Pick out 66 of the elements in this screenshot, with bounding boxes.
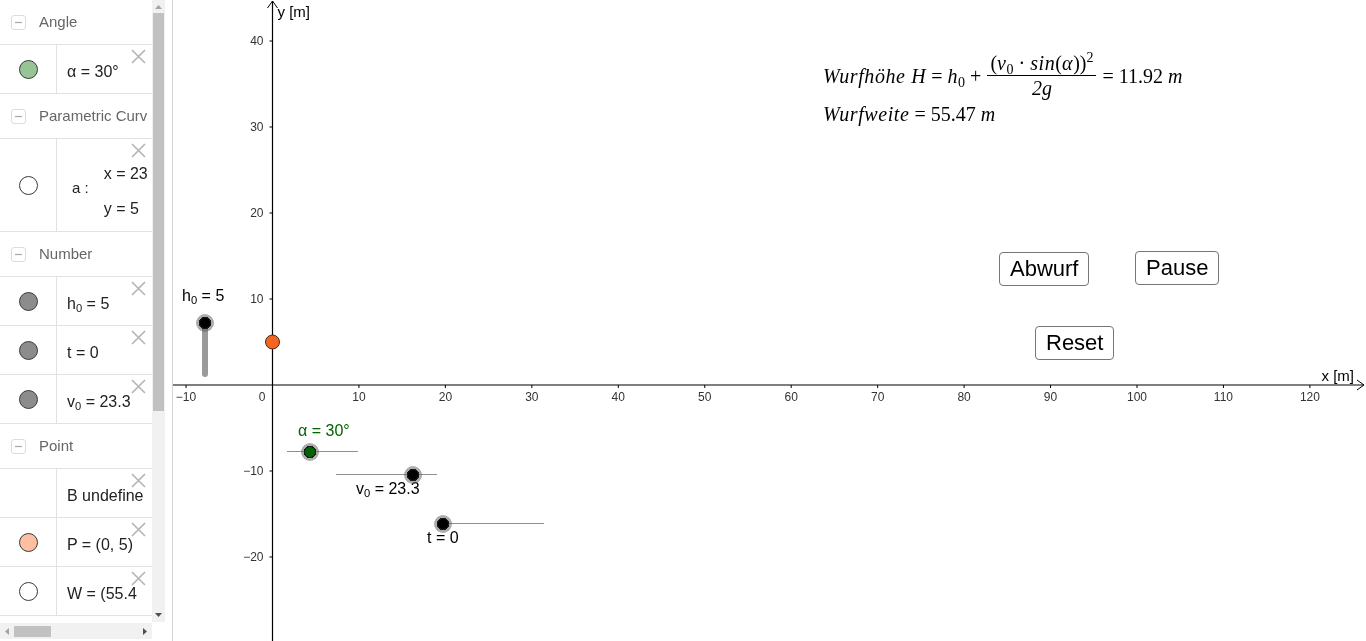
tick-label: 40	[250, 34, 264, 48]
slider-label: t = 0	[427, 529, 459, 547]
action-button[interactable]: Abwurf	[999, 252, 1090, 286]
slider-thumb[interactable]	[301, 443, 320, 461]
slider-label: α = 30°	[298, 422, 350, 440]
algebra-entry[interactable]: P = (0, 5)	[67, 536, 133, 553]
slider-label: v$_{0}$ = 23.3	[356, 480, 420, 498]
tick-label: 70	[870, 390, 885, 404]
action-button[interactable]: Reset	[1035, 326, 1115, 360]
slider-label: h$_{0}$ = 5	[182, 287, 225, 305]
tick-label: 90	[1043, 390, 1058, 404]
curve-equation[interactable]: x = 23	[103, 164, 148, 182]
visibility-toggle-icon[interactable]	[18, 581, 38, 601]
scrollbar-thumb[interactable]	[14, 625, 51, 637]
axis-label: x [m]	[1321, 367, 1354, 384]
formula-text: = 11.92 m	[1102, 64, 1184, 87]
fraction-denominator: 2g	[1030, 77, 1053, 99]
visibility-toggle-icon[interactable]	[18, 340, 38, 360]
tick-label: 50	[698, 390, 712, 404]
algebra-entry[interactable]: W = (55.4	[67, 585, 137, 602]
scrollbar-thumb[interactable]	[153, 13, 164, 411]
point-marker[interactable]	[265, 334, 280, 350]
tick-label: 110	[1213, 390, 1233, 404]
tick-label: 30	[525, 390, 539, 404]
fraction-numerator: (v$_{0}$ · sin(α))$^{2}$	[989, 52, 1095, 74]
formula-text: Wurfhöhe H = h$_{0}$ +	[823, 64, 982, 87]
tick-label: −10	[243, 464, 264, 478]
curve-equation[interactable]: y = 5	[103, 199, 148, 217]
visibility-toggle-icon[interactable]	[18, 175, 38, 195]
horizontal-scrollbar[interactable]	[0, 623, 152, 639]
tick-label: −10	[175, 390, 197, 404]
origin-label: 0	[258, 390, 266, 404]
algebra-entry[interactable]: t = 0	[67, 344, 99, 361]
group-title: Point	[39, 437, 74, 455]
right-arrow-icon[interactable]	[143, 627, 147, 635]
tick-label: 30	[250, 120, 264, 134]
visibility-toggle-icon[interactable]	[18, 59, 38, 79]
slider-thumb[interactable]	[434, 515, 452, 533]
tick-label: 80	[957, 390, 971, 404]
visibility-toggle-icon[interactable]	[18, 389, 38, 409]
visibility-toggle-icon[interactable]	[18, 291, 38, 311]
axis-label: y [m]	[277, 3, 310, 20]
algebra-entry[interactable]: α = 30°	[67, 63, 119, 80]
tick-label: 60	[784, 390, 798, 404]
tick-label: 120	[1299, 390, 1320, 404]
tick-label: −20	[243, 550, 264, 564]
tick-label: 20	[250, 206, 264, 220]
algebra-entry[interactable]: h$_{0}$ = 5	[67, 295, 110, 312]
down-arrow-icon[interactable]	[155, 613, 162, 617]
algebra-entry[interactable]: v$_{0}$ = 23.3	[67, 393, 131, 410]
visibility-toggle-icon[interactable]	[18, 532, 38, 552]
group-title: Angle	[39, 13, 78, 31]
action-button[interactable]: Pause	[1135, 251, 1220, 285]
algebra-entry[interactable]: B undefine	[67, 487, 144, 504]
tick-label: 20	[438, 390, 453, 404]
tick-label: 100	[1127, 390, 1147, 404]
curve-name[interactable]: a :	[72, 179, 89, 196]
tick-label: 10	[250, 292, 264, 306]
formula-text: Wurfweite = 55.47 m	[823, 103, 996, 125]
tick-label: 10	[352, 390, 366, 404]
slider-thumb[interactable]	[403, 466, 422, 484]
slider-thumb[interactable]	[196, 314, 214, 332]
group-title: Number	[39, 245, 93, 263]
vertical-scrollbar[interactable]	[152, 0, 165, 622]
group-title: Parametric Curv	[39, 107, 148, 125]
tick-label: 40	[611, 390, 625, 404]
